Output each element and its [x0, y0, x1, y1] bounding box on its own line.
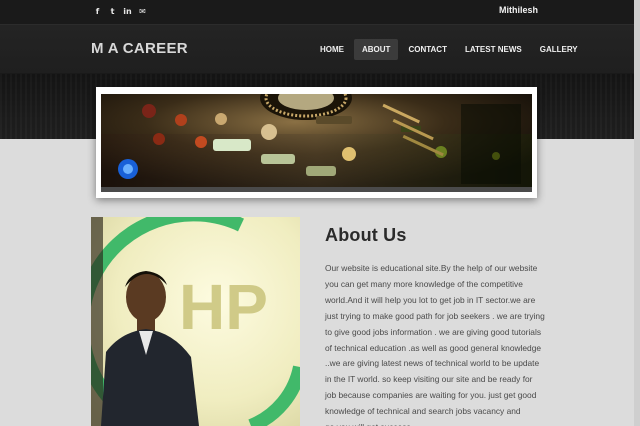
banner-strip: [101, 187, 532, 192]
banner-image: [101, 94, 532, 187]
nav-gallery[interactable]: GALLERY: [532, 39, 586, 60]
about-text: Our website is educational site.By the h…: [325, 263, 545, 426]
user-name-link[interactable]: Mithilesh: [499, 5, 538, 15]
photo-hp-text: HP: [179, 271, 268, 343]
banner: [96, 87, 537, 198]
page-title: About Us: [325, 225, 407, 245]
top-bar: f t in ✉ Mithilesh: [0, 0, 640, 25]
main-nav: HOME ABOUT CONTACT LATEST NEWS GALLERY: [312, 39, 588, 60]
nav-latest-news[interactable]: LATEST NEWS: [457, 39, 530, 60]
mail-icon[interactable]: ✉: [137, 6, 148, 17]
linkedin-icon[interactable]: in: [122, 6, 133, 17]
twitter-icon[interactable]: t: [107, 6, 118, 17]
site-logo[interactable]: M A CAREER: [91, 40, 188, 57]
nav-home[interactable]: HOME: [312, 39, 352, 60]
social-links: f t in ✉: [92, 6, 148, 17]
nav-contact[interactable]: CONTACT: [400, 39, 455, 60]
nav-about[interactable]: ABOUT: [354, 39, 399, 60]
profile-photo: HP: [91, 217, 300, 426]
page: f t in ✉ Mithilesh M A CAREER HOME ABOUT…: [0, 0, 640, 426]
facebook-icon[interactable]: f: [92, 6, 103, 17]
page-scrollbar[interactable]: [634, 0, 640, 426]
